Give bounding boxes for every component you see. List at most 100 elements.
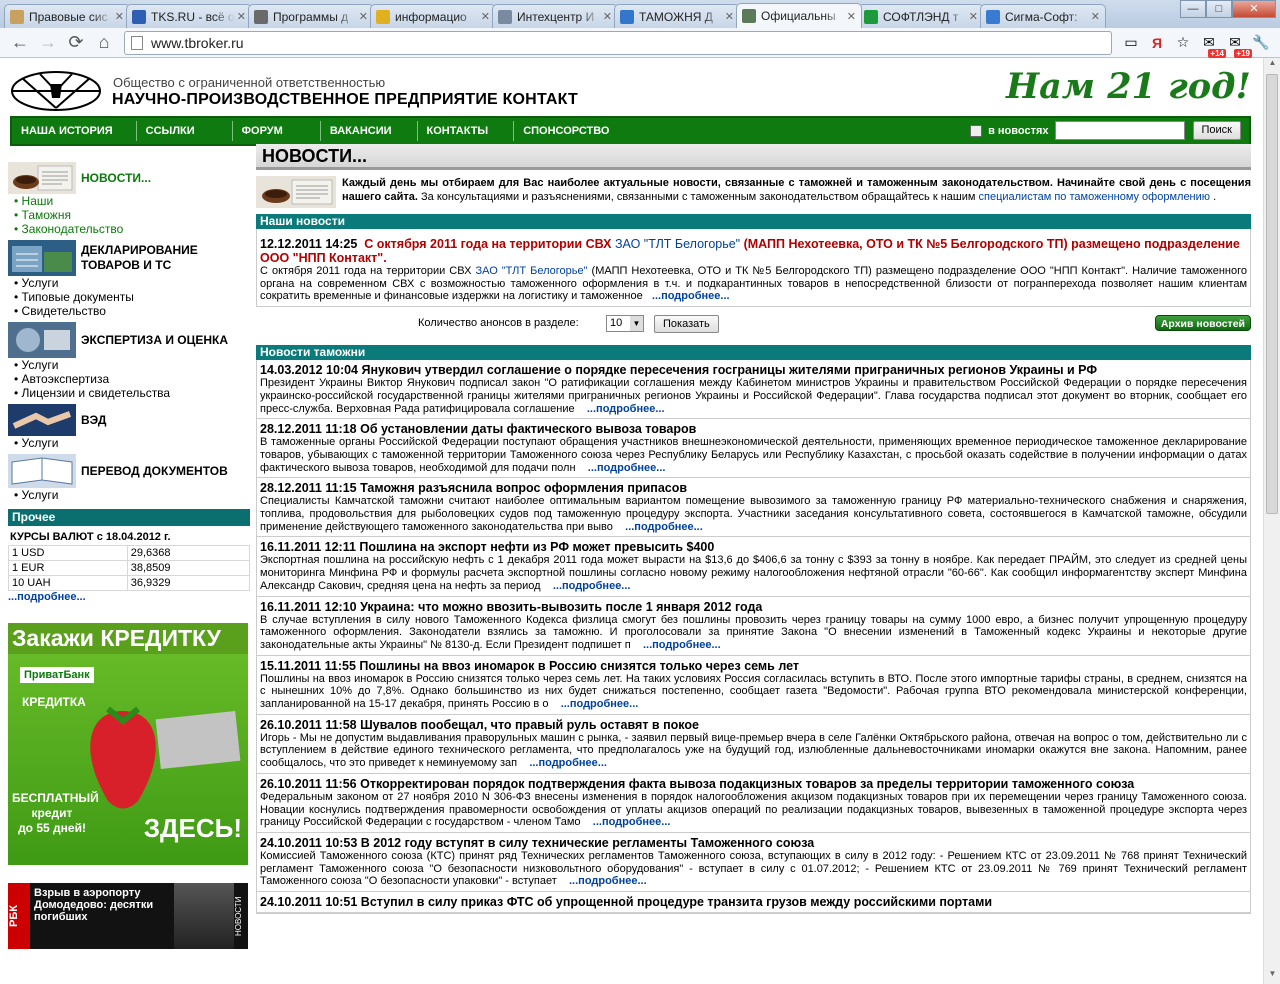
archive-button[interactable]: Архив новостей — [1154, 315, 1251, 332]
sidebar-decl-certificate[interactable]: • Свидетельство — [8, 304, 250, 318]
news-headline[interactable]: 14.03.2012 10:04 Янукович утвердил согла… — [260, 363, 1247, 377]
rbc-news-banner[interactable]: РБК Взрыв в аэропорту Домодедово: десятк… — [8, 883, 248, 949]
browser-tab[interactable]: информацио ✕ — [370, 4, 496, 28]
site-header: Общество с ограниченной ответственностью… — [0, 58, 1280, 116]
scroll-down-icon[interactable]: ▼ — [1264, 969, 1280, 984]
address-bar[interactable]: www.tbroker.ru — [124, 30, 1112, 55]
reload-icon[interactable]: ⟳ — [62, 31, 90, 55]
news-headline[interactable]: 16.11.2011 12:11 Пошлина на экспорт нефт… — [260, 540, 1247, 554]
news-headline[interactable]: 28.12.2011 11:18 Об установлении даты фа… — [260, 422, 1247, 436]
credit-card-banner[interactable]: Закажи КРЕДИТКУ ПриватБанк КРЕДИТКА БЕСП… — [8, 623, 248, 865]
browser-tab[interactable]: Интехцентр И ✕ — [492, 4, 618, 28]
rate-row: 1 EUR 38,8509 — [8, 560, 251, 576]
news-headline[interactable]: 28.12.2011 11:15 Таможня разъяснила вопр… — [260, 481, 1247, 495]
search-input[interactable] — [1054, 121, 1185, 140]
back-icon[interactable]: ← — [6, 31, 34, 55]
close-tab-icon[interactable]: ✕ — [725, 10, 734, 23]
close-tab-icon[interactable]: ✕ — [847, 10, 856, 23]
maximize-button[interactable]: □ — [1206, 0, 1232, 18]
news-headline[interactable]: 26.10.2011 11:58 Шувалов пообещал, что п… — [260, 718, 1247, 732]
wrench-icon[interactable]: 🔧 — [1250, 32, 1272, 54]
sidebar-exp-services[interactable]: • Услуги — [8, 358, 250, 372]
count-select[interactable]: 10 ▼ — [606, 315, 644, 333]
news-headline[interactable]: 24.10.2011 10:51 Вступил в силу приказ Ф… — [260, 895, 1247, 909]
browser-tab[interactable]: ТАМОЖНЯ Д ✕ — [614, 4, 740, 28]
close-tab-icon[interactable]: ✕ — [237, 10, 246, 23]
sidebar-expertise-title[interactable]: ЭКСПЕРТИЗА И ОЦЕНКА — [81, 333, 228, 348]
news-more-link[interactable]: ...подробнее... — [643, 639, 721, 651]
in-news-checkbox[interactable] — [970, 124, 983, 137]
scroll-thumb[interactable] — [1266, 74, 1278, 514]
menu-item-contacts[interactable]: КОНТАКТЫ — [416, 121, 498, 141]
sidebar-news-law[interactable]: • Законодательство — [8, 222, 250, 236]
news-more-link[interactable]: ...подробнее... — [588, 462, 666, 474]
close-tab-icon[interactable]: ✕ — [969, 10, 978, 23]
close-tab-icon[interactable]: ✕ — [603, 10, 612, 23]
intro-text: Каждый день мы отбираем для Вас наиболее… — [342, 177, 1251, 203]
sidebar-trans-services[interactable]: • Услуги — [8, 488, 250, 502]
menu-item-links[interactable]: ССЫЛКИ — [135, 121, 204, 141]
ad-title: Закажи КРЕДИТКУ — [8, 623, 248, 654]
close-tab-icon[interactable]: ✕ — [359, 10, 368, 23]
company-logo[interactable] — [10, 70, 108, 112]
browser-tab[interactable]: Официальны ✕ — [736, 3, 862, 28]
page-scrollbar[interactable]: ▲ ▼ — [1263, 58, 1280, 984]
browser-tab[interactable]: Программы д ✕ — [248, 4, 374, 28]
close-window-button[interactable]: ✕ — [1232, 0, 1276, 18]
star-icon[interactable]: ☆ — [1172, 32, 1194, 54]
mail-extension-icon[interactable]: ✉ +14 — [1198, 32, 1226, 58]
customs-news-item: 16.11.2011 12:11 Пошлина на экспорт нефт… — [257, 537, 1250, 597]
rbc-photo — [174, 883, 234, 949]
news-more-link[interactable]: ...подробнее... — [625, 521, 703, 533]
sidebar-exp-licenses[interactable]: • Лицензии и свидетельства — [8, 386, 250, 400]
ad-card: КРЕДИТКА — [22, 695, 86, 709]
show-button[interactable]: Показать — [654, 315, 719, 334]
news-body: Президент Украины Виктор Янукович подпис… — [260, 377, 1247, 415]
sidebar-ved-title[interactable]: ВЭД — [81, 413, 106, 428]
menu-item-forum[interactable]: ФОРУМ — [231, 121, 292, 141]
sidebar-decl-services[interactable]: • Услуги — [8, 276, 250, 290]
home-icon[interactable]: ⌂ — [90, 31, 118, 55]
sidebar-decl-docs[interactable]: • Типовые документы — [8, 290, 250, 304]
news-more-link[interactable]: ...подробнее... — [587, 403, 665, 415]
sidebar-ved-services[interactable]: • Услуги — [8, 436, 250, 450]
search-button[interactable]: Поиск — [1192, 121, 1241, 140]
rbc-news-label: НОВОСТИ — [234, 896, 243, 936]
menu-item-history[interactable]: НАША ИСТОРИЯ — [12, 121, 122, 141]
browser-tab[interactable]: TKS.RU - всё о ✕ — [126, 4, 252, 28]
close-tab-icon[interactable]: ✕ — [115, 10, 124, 23]
news-more-link[interactable]: ...подробнее... — [652, 290, 730, 302]
news-more-link[interactable]: ...подробнее... — [529, 757, 607, 769]
sidebar-translation-title[interactable]: ПЕРЕВОД ДОКУМЕНТОВ — [81, 464, 228, 479]
menu-item-sponsorship[interactable]: СПОНСОРСТВО — [513, 121, 618, 141]
specialists-link[interactable]: специалистам по таможенному оформлению — [979, 191, 1211, 203]
notification-extension-icon[interactable]: ✉ +19 — [1224, 32, 1252, 58]
close-tab-icon[interactable]: ✕ — [481, 10, 490, 23]
rates-more-link[interactable]: ...подробнее... — [8, 591, 250, 603]
news-more-link[interactable]: ...подробнее... — [593, 816, 671, 828]
news-headline[interactable]: 16.11.2011 12:10 Украина: что можно ввоз… — [260, 600, 1247, 614]
newspaper-coffee-image — [256, 176, 336, 208]
news-headline[interactable]: 12.12.2011 14:25 С октября 2011 года на … — [260, 237, 1247, 265]
menu-item-vacancies[interactable]: ВАКАНСИИ — [319, 121, 401, 141]
sidebar-declaration-title[interactable]: ДЕКЛАРИРОВАНИЕ ТОВАРОВ И ТС — [81, 243, 250, 273]
news-headline[interactable]: 26.10.2011 11:56 Откорректирован порядок… — [260, 777, 1247, 791]
news-headline[interactable]: 15.11.2011 11:55 Пошлины на ввоз иномаро… — [260, 659, 1247, 673]
news-more-link[interactable]: ...подробнее... — [569, 875, 647, 887]
news-headline[interactable]: 24.10.2011 10:53 В 2012 году вступят в с… — [260, 836, 1247, 850]
close-tab-icon[interactable]: ✕ — [1091, 10, 1100, 23]
sidebar-news-customs[interactable]: • Таможня — [8, 208, 250, 222]
news-more-link[interactable]: ...подробнее... — [553, 580, 631, 592]
scroll-up-icon[interactable]: ▲ — [1264, 58, 1280, 73]
page-action-icon[interactable]: ▭ — [1120, 32, 1142, 54]
forward-icon[interactable]: → — [34, 31, 62, 55]
sidebar-news-title[interactable]: НОВОСТИ... — [81, 171, 151, 186]
browser-tab[interactable]: СОФТЛЭНД т ✕ — [858, 4, 984, 28]
minimize-button[interactable]: — — [1180, 0, 1206, 18]
browser-tab[interactable]: Сигма-Софт: ✕ — [980, 4, 1106, 28]
sidebar-news-our[interactable]: • Наши — [8, 194, 250, 208]
sidebar-exp-auto[interactable]: • Автоэкспертиза — [8, 372, 250, 386]
browser-tab[interactable]: Правовые сис ✕ — [4, 4, 130, 28]
news-more-link[interactable]: ...подробнее... — [561, 698, 639, 710]
yandex-icon[interactable]: Я — [1146, 32, 1168, 54]
